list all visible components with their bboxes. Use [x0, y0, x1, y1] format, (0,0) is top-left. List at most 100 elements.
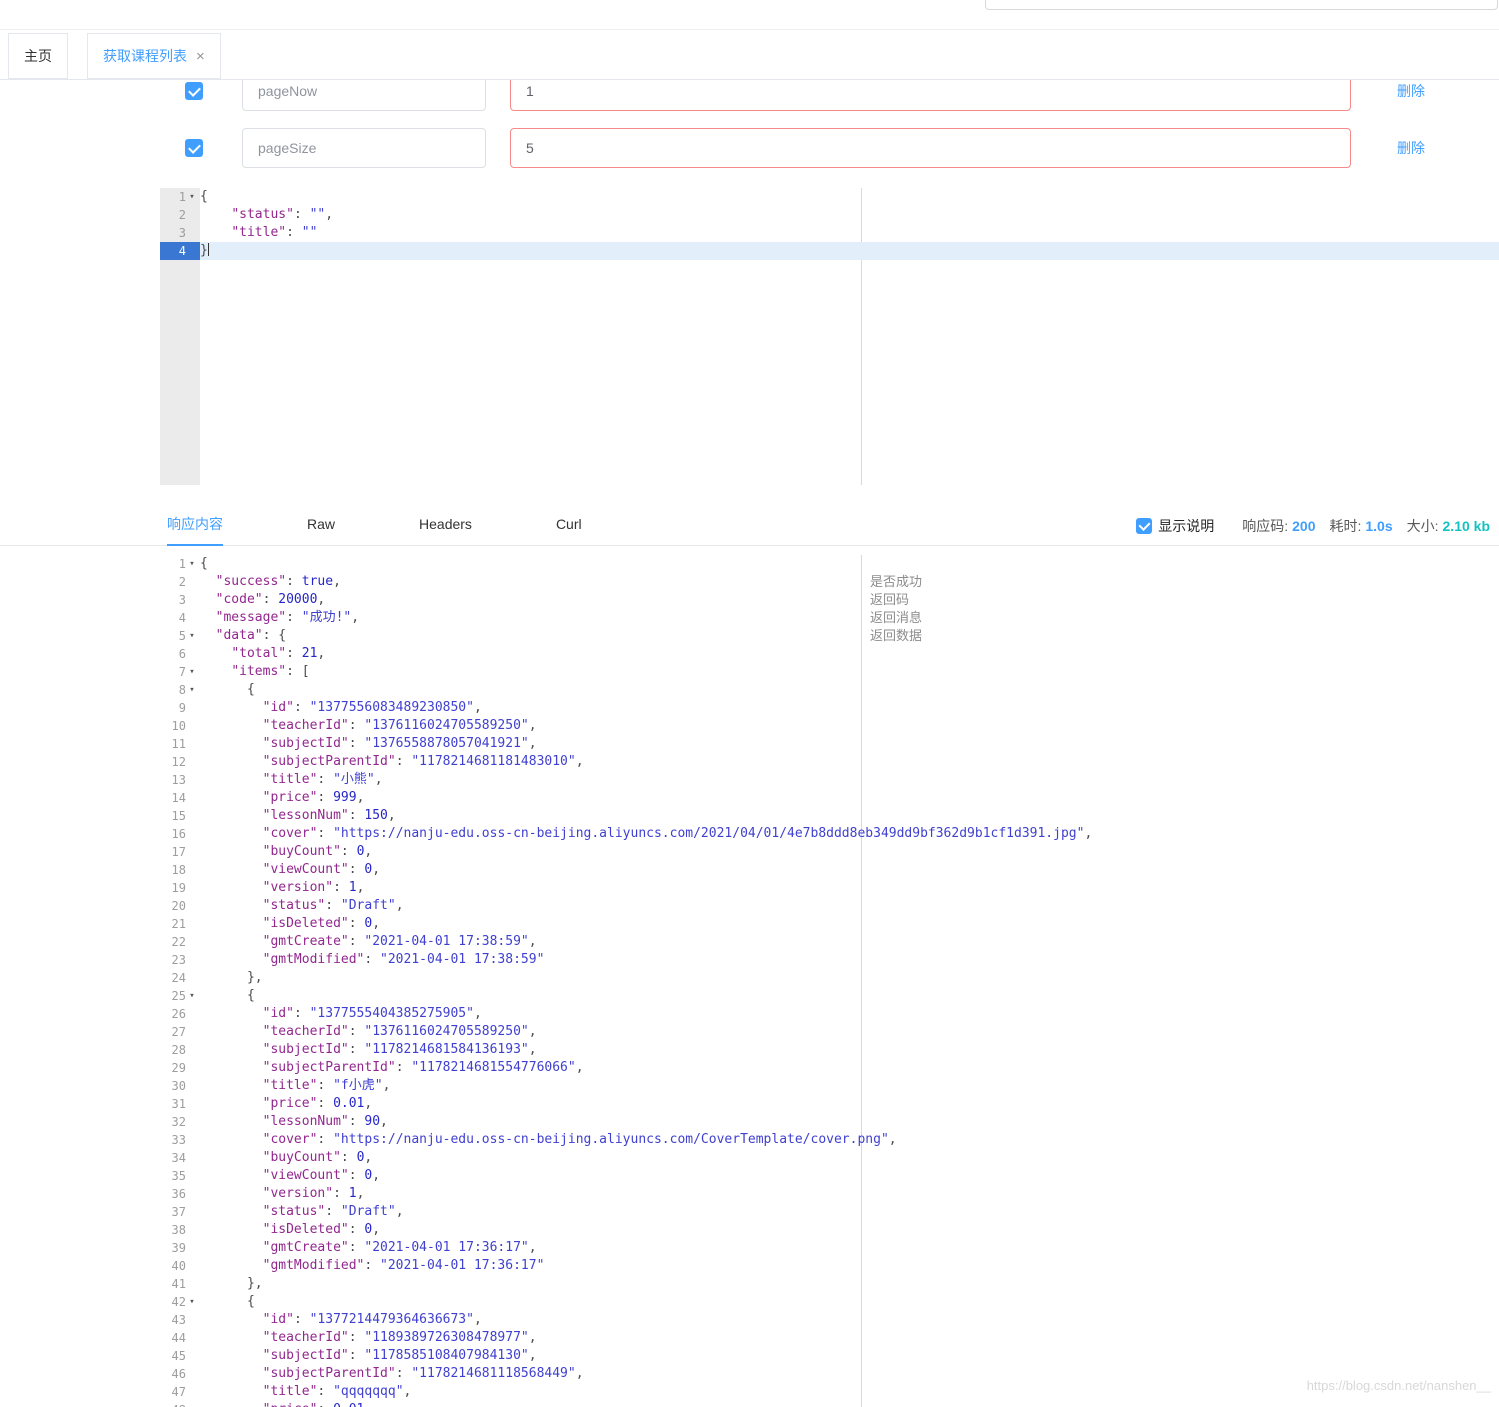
code-text: }: [200, 242, 1499, 260]
request-body-editor[interactable]: 1 ▾{2 "status": "", 3 "title": "" 4}: [160, 188, 1499, 485]
code-text: "price": 0.01,: [262, 1096, 373, 1111]
code-text: "lessonNum": 90,: [262, 1114, 388, 1129]
line-number: 2: [178, 575, 186, 589]
watermark-text: https://blog.csdn.net/nanshen__: [1306, 1378, 1491, 1393]
line-number: 3: [178, 593, 186, 607]
code-text: "price": 0.01: [200, 1401, 1499, 1407]
code-text: "title": "": [231, 225, 318, 240]
code-text: "subjectParentId": "1178214681554776066"…: [262, 1060, 584, 1075]
param-value-input[interactable]: [510, 128, 1351, 168]
code-line: 2 "status": "",: [160, 206, 1499, 224]
line-number: 24: [171, 971, 186, 985]
response-body-viewer[interactable]: 1 ▾{2 "success": true, 是否成功 3 "code": 20000…: [160, 555, 1499, 1407]
tab-curl[interactable]: Curl: [556, 505, 582, 546]
fold-caret-icon[interactable]: ▾: [186, 1293, 198, 1311]
fold-caret-icon[interactable]: ▾: [186, 987, 198, 1005]
line-number: 11: [171, 737, 186, 751]
response-tab-list: 响应内容 Raw Headers Curl: [167, 505, 666, 546]
param-name-input[interactable]: [242, 80, 486, 111]
line-number: 7 ▾: [160, 663, 200, 681]
code-line: 8 ▾ {: [160, 681, 1499, 699]
code-text: "items": [: [231, 664, 310, 679]
code-line: 28 "subjectId": "1178214681584136193",: [160, 1041, 1499, 1059]
code-line: 29 "subjectParentId": "11782146815547760…: [160, 1059, 1499, 1077]
tab-headers[interactable]: Headers: [419, 505, 472, 546]
line-number: 31: [171, 1097, 186, 1111]
line-number: 47: [171, 1385, 186, 1399]
show-desc-label: 显示说明: [1158, 517, 1215, 534]
line-number: 9: [178, 701, 186, 715]
code-text: "viewCount": 0,: [262, 862, 381, 877]
tab-home[interactable]: 主页: [8, 33, 68, 79]
param-row-pagesize: 删除: [0, 128, 1499, 168]
code-text: "gmtCreate": "2021-04-01 17:38:59",: [262, 934, 537, 949]
fold-caret-icon[interactable]: ▾: [186, 627, 198, 645]
line-number: 22: [171, 935, 186, 949]
delete-param-button[interactable]: 删除: [1397, 128, 1425, 168]
line-number: 4: [178, 611, 186, 625]
code-text: "teacherId": "1376116024705589250",: [262, 718, 537, 733]
param-value-input[interactable]: [510, 80, 1351, 111]
code-line: 10 "teacherId": "1376116024705589250",: [160, 717, 1499, 735]
code-line: 30 "title": "f小虎",: [160, 1077, 1499, 1095]
line-number: 4: [160, 242, 200, 260]
response-code-value: 200: [1292, 517, 1316, 534]
fold-caret-icon[interactable]: ▾: [186, 681, 198, 699]
line-number: 8 ▾: [160, 681, 200, 699]
line-number: 10: [171, 719, 186, 733]
code-line: 18 "viewCount": 0,: [160, 861, 1499, 879]
close-icon[interactable]: ×: [196, 49, 205, 64]
code-line: 40 "gmtModified": "2021-04-01 17:36:17": [160, 1257, 1499, 1275]
code-line: 14 "price": 999,: [160, 789, 1499, 807]
code-line: 39 "gmtCreate": "2021-04-01 17:36:17",: [160, 1239, 1499, 1257]
code-line: 26 "id": "1377555404385275905",: [160, 1005, 1499, 1023]
code-line: 47 "title": "qqqqqqq",: [160, 1383, 1499, 1401]
line-number: 19: [171, 881, 186, 895]
code-text: "id": "1377556083489230850",: [262, 700, 482, 715]
code-text: "cover": "https://nanju-edu.oss-cn-beiji…: [262, 1132, 897, 1147]
line-number: 20: [171, 899, 186, 913]
response-section-tabs: 响应内容 Raw Headers Curl 显示说明 响应码: 200 耗时: …: [0, 505, 1499, 546]
request-body-lines: 1 ▾{2 "status": "", 3 "title": "" 4}: [160, 188, 1499, 260]
code-text: "total": 21,: [231, 646, 326, 661]
line-number: 2: [178, 208, 186, 222]
line-number: 38: [171, 1223, 186, 1237]
code-text: "id": "1377555404385275905",: [262, 1006, 482, 1021]
delete-param-button[interactable]: 删除: [1397, 80, 1425, 111]
code-line: 31 "price": 0.01,: [160, 1095, 1499, 1113]
code-line: 45 "subjectId": "1178585108407984130",: [160, 1347, 1499, 1365]
line-number: 29: [171, 1061, 186, 1075]
code-text: "viewCount": 0,: [262, 1168, 381, 1183]
code-text: "subjectId": "1178214681584136193",: [262, 1042, 537, 1057]
code-line: 12 "subjectParentId": "11782146811814830…: [160, 753, 1499, 771]
param-row-pagenow: 删除: [0, 80, 1499, 111]
field-description: 返回数据: [870, 628, 923, 643]
code-text: "gmtModified": "2021-04-01 17:36:17": [262, 1258, 545, 1273]
line-number: 28: [171, 1043, 186, 1057]
tab-response-content[interactable]: 响应内容: [167, 505, 223, 546]
fold-caret-icon[interactable]: ▾: [186, 555, 198, 573]
line-number: 14: [171, 791, 186, 805]
fold-caret-icon[interactable]: ▾: [186, 663, 198, 681]
param-checkbox[interactable]: [185, 82, 203, 100]
line-number: 16: [171, 827, 186, 841]
code-line: 9 "id": "1377556083489230850",: [160, 699, 1499, 717]
param-checkbox[interactable]: [185, 139, 203, 157]
code-text: "subjectParentId": "1178214681181483010"…: [262, 754, 584, 769]
line-number: 36: [171, 1187, 186, 1201]
code-line: 3 "title": "": [160, 224, 1499, 242]
line-number: 17: [171, 845, 186, 859]
code-line: 46 "subjectParentId": "11782146811185684…: [160, 1365, 1499, 1383]
param-name-input[interactable]: [242, 128, 486, 168]
code-text: "code": 20000,: [215, 592, 326, 607]
tab-course-list[interactable]: 获取课程列表 ×: [87, 33, 221, 79]
show-desc-checkbox[interactable]: [1136, 517, 1153, 534]
code-line: 48 "price": 0.01: [160, 1401, 1499, 1407]
fold-caret-icon[interactable]: ▾: [186, 188, 198, 206]
line-number: 42 ▾: [160, 1293, 200, 1311]
line-number: 35: [171, 1169, 186, 1183]
code-line: 11 "subjectId": "1376558878057041921",: [160, 735, 1499, 753]
tab-raw[interactable]: Raw: [307, 505, 335, 546]
code-line: 21 "isDeleted": 0,: [160, 915, 1499, 933]
code-line: 16 "cover": "https://nanju-edu.oss-cn-be…: [160, 825, 1499, 843]
